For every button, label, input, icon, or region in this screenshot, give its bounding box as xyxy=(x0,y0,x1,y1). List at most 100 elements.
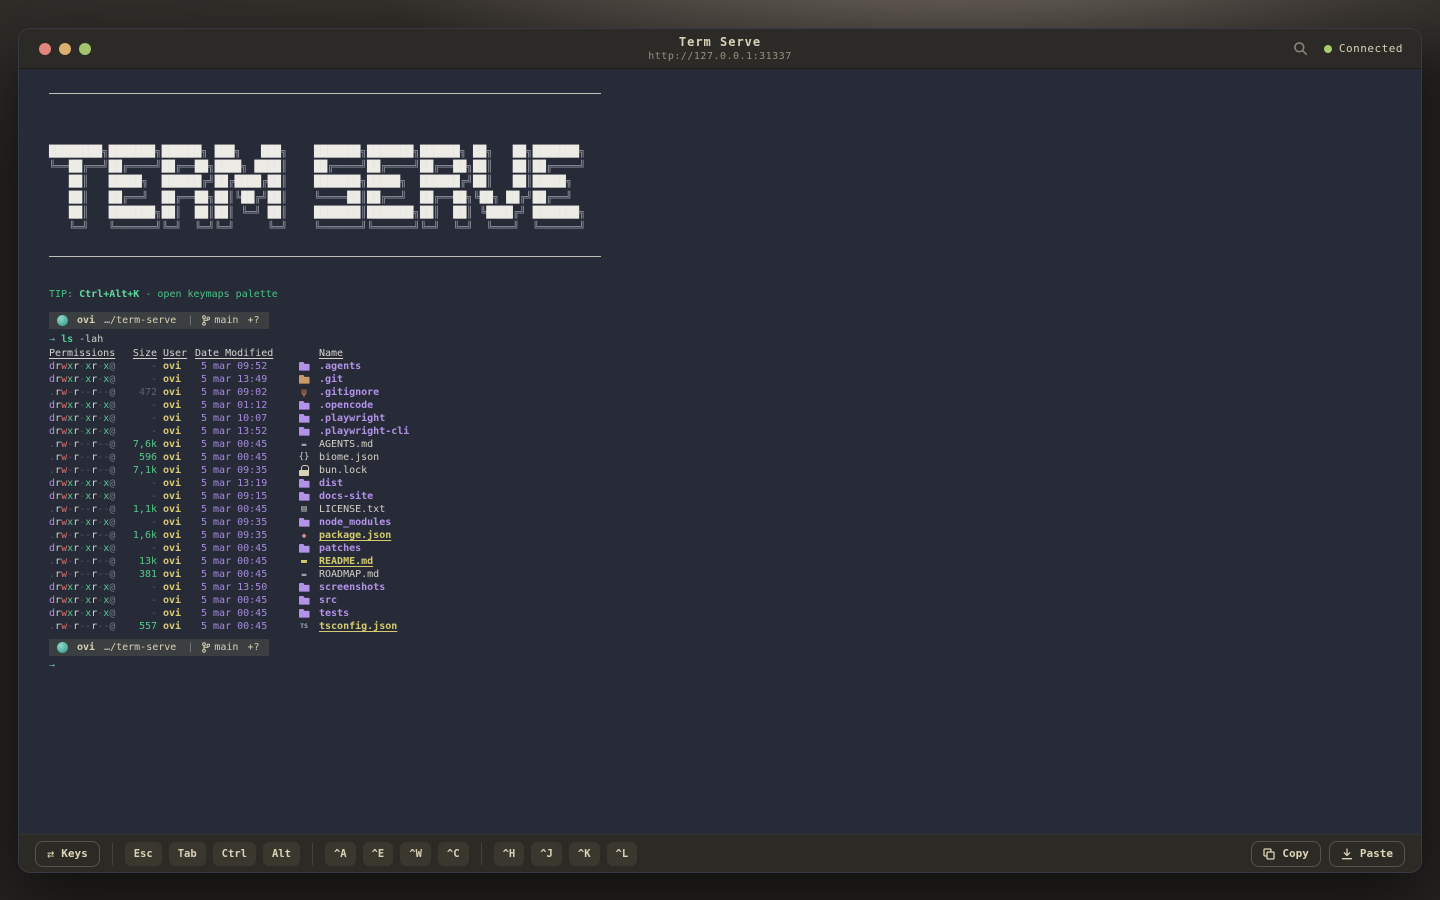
file-owner: ovi xyxy=(163,594,189,607)
paste-button[interactable]: Paste xyxy=(1329,841,1405,867)
file-type-icon xyxy=(297,556,311,567)
git-branch-group: main xyxy=(202,641,238,654)
file-owner: ovi xyxy=(163,581,189,594)
prompt-path: …/term-serve xyxy=(104,641,176,654)
file-date-modified: 5 mar 00:45 xyxy=(195,555,291,568)
file-owner: ovi xyxy=(163,360,189,373)
minimize-window-button[interactable] xyxy=(59,43,71,55)
file-owner: ovi xyxy=(163,412,189,425)
col-permissions: Permissions xyxy=(49,347,125,360)
file-name: .opencode xyxy=(319,399,1421,412)
file-owner: ovi xyxy=(163,516,189,529)
connection-status-label: Connected xyxy=(1339,42,1403,55)
server-url: http://127.0.0.1:31337 xyxy=(648,51,791,62)
file-size: 13k xyxy=(131,555,157,568)
maximize-window-button[interactable] xyxy=(79,43,91,55)
file-permissions: .rw-r--r--@ xyxy=(49,503,125,516)
col-size: Size xyxy=(131,347,157,360)
file-permissions: .rw-r--r--@ xyxy=(49,568,125,581)
file-size: 7,1k xyxy=(131,464,157,477)
file-size: - xyxy=(131,490,157,503)
listing-header-row: Permissions Size User Date Modified Name xyxy=(49,347,1421,360)
key-button[interactable]: Alt xyxy=(263,842,300,866)
key-button[interactable]: Ctrl xyxy=(213,842,256,866)
file-name: .gitignore xyxy=(319,386,1421,399)
file-permissions: drwxr-xr-x@ xyxy=(49,490,125,503)
file-date-modified: 5 mar 13:52 xyxy=(195,425,291,438)
file-owner: ovi xyxy=(163,373,189,386)
key-button[interactable]: ^K xyxy=(569,842,600,866)
copy-button-label: Copy xyxy=(1282,847,1309,860)
file-owner: ovi xyxy=(163,542,189,555)
file-size: 1,1k xyxy=(131,503,157,516)
prompt-path: …/term-serve xyxy=(104,314,176,327)
search-icon xyxy=(1293,41,1308,56)
file-permissions: .rw-r--r--@ xyxy=(49,555,125,568)
copy-button[interactable]: Copy xyxy=(1251,841,1321,867)
file-owner: ovi xyxy=(163,451,189,464)
file-row: .rw-r--r--@ 1,1k ovi 5 mar 00:45 LICENSE… xyxy=(49,503,1421,516)
search-button[interactable] xyxy=(1291,39,1310,58)
command-args: -lah xyxy=(79,334,103,345)
file-name: .playwright-cli xyxy=(319,425,1421,438)
shell-prompt: ovi …/term-serve | main +? xyxy=(49,312,269,329)
file-name: package.json xyxy=(319,529,1421,542)
key-button[interactable]: ^H xyxy=(494,842,525,866)
file-date-modified: 5 mar 00:45 xyxy=(195,451,291,464)
file-date-modified: 5 mar 09:35 xyxy=(195,516,291,529)
key-button[interactable]: ^L xyxy=(607,842,638,866)
file-size: - xyxy=(131,477,157,490)
file-owner: ovi xyxy=(163,490,189,503)
file-type-icon xyxy=(297,478,311,489)
key-button[interactable]: ^W xyxy=(400,842,431,866)
file-permissions: drwxr-xr-x@ xyxy=(49,412,125,425)
banner-line: ╚══██╔══╝██╔════╝██╔══██╗████╗ ████║ ██╔… xyxy=(49,159,1421,174)
file-type-icon xyxy=(297,387,311,398)
banner-rule-top xyxy=(49,93,601,94)
connection-status: Connected xyxy=(1324,42,1403,55)
file-size: - xyxy=(131,399,157,412)
file-row: .rw-r--r--@ 7,1k ovi 5 mar 09:35 bun.loc… xyxy=(49,464,1421,477)
keys-button[interactable]: ⇄ Keys xyxy=(35,841,100,867)
file-date-modified: 5 mar 00:45 xyxy=(195,503,291,516)
col-name: Name xyxy=(319,347,1421,360)
file-name: tests xyxy=(319,607,1421,620)
key-button[interactable]: ^C xyxy=(438,842,469,866)
file-owner: ovi xyxy=(163,464,189,477)
file-name: src xyxy=(319,594,1421,607)
file-date-modified: 5 mar 01:12 xyxy=(195,399,291,412)
key-button[interactable]: Esc xyxy=(125,842,162,866)
prompt-user: ovi xyxy=(77,641,95,654)
key-button[interactable]: ^A xyxy=(325,842,356,866)
file-owner: ovi xyxy=(163,607,189,620)
file-permissions: .rw-r--r--@ xyxy=(49,620,125,633)
file-size: 472 xyxy=(131,386,157,399)
file-row: drwxr-xr-x@ - ovi 5 mar 09:15 docs-site xyxy=(49,490,1421,503)
file-type-icon xyxy=(297,465,311,476)
banner-line: ██║ ███████╗██║ ██║██║ ╚═╝ ██║ ███████║█… xyxy=(49,205,1421,220)
app-window: Term Serve http://127.0.0.1:31337 Connec… xyxy=(18,28,1422,873)
file-row: .rw-r--r--@ 381 ovi 5 mar 00:45 ROADMAP.… xyxy=(49,568,1421,581)
file-permissions: drwxr-xr-x@ xyxy=(49,373,125,386)
file-permissions: .rw-r--r--@ xyxy=(49,529,125,542)
col-date: Date Modified xyxy=(195,347,291,360)
file-type-icon xyxy=(297,582,311,593)
file-permissions: .rw-r--r--@ xyxy=(49,464,125,477)
file-size: - xyxy=(131,373,157,386)
terminal-screen[interactable]: ████████╗███████╗██████╗ ███╗ ███╗ █████… xyxy=(19,69,1421,834)
key-button[interactable]: ^J xyxy=(531,842,562,866)
file-name: bun.lock xyxy=(319,464,1421,477)
file-name: biome.json xyxy=(319,451,1421,464)
file-name: README.md xyxy=(319,555,1421,568)
key-button[interactable]: ^E xyxy=(363,842,394,866)
file-size: - xyxy=(131,542,157,555)
banner-line: ██║ ██╔══╝ ██╔══██╗██║╚██╔╝██║ ╚════██║█… xyxy=(49,190,1421,205)
file-date-modified: 5 mar 09:52 xyxy=(195,360,291,373)
file-date-modified: 5 mar 00:45 xyxy=(195,438,291,451)
file-owner: ovi xyxy=(163,568,189,581)
close-window-button[interactable] xyxy=(39,43,51,55)
key-button[interactable]: Tab xyxy=(169,842,206,866)
file-permissions: drwxr-xr-x@ xyxy=(49,399,125,412)
git-branch-icon xyxy=(202,315,210,326)
file-date-modified: 5 mar 13:19 xyxy=(195,477,291,490)
